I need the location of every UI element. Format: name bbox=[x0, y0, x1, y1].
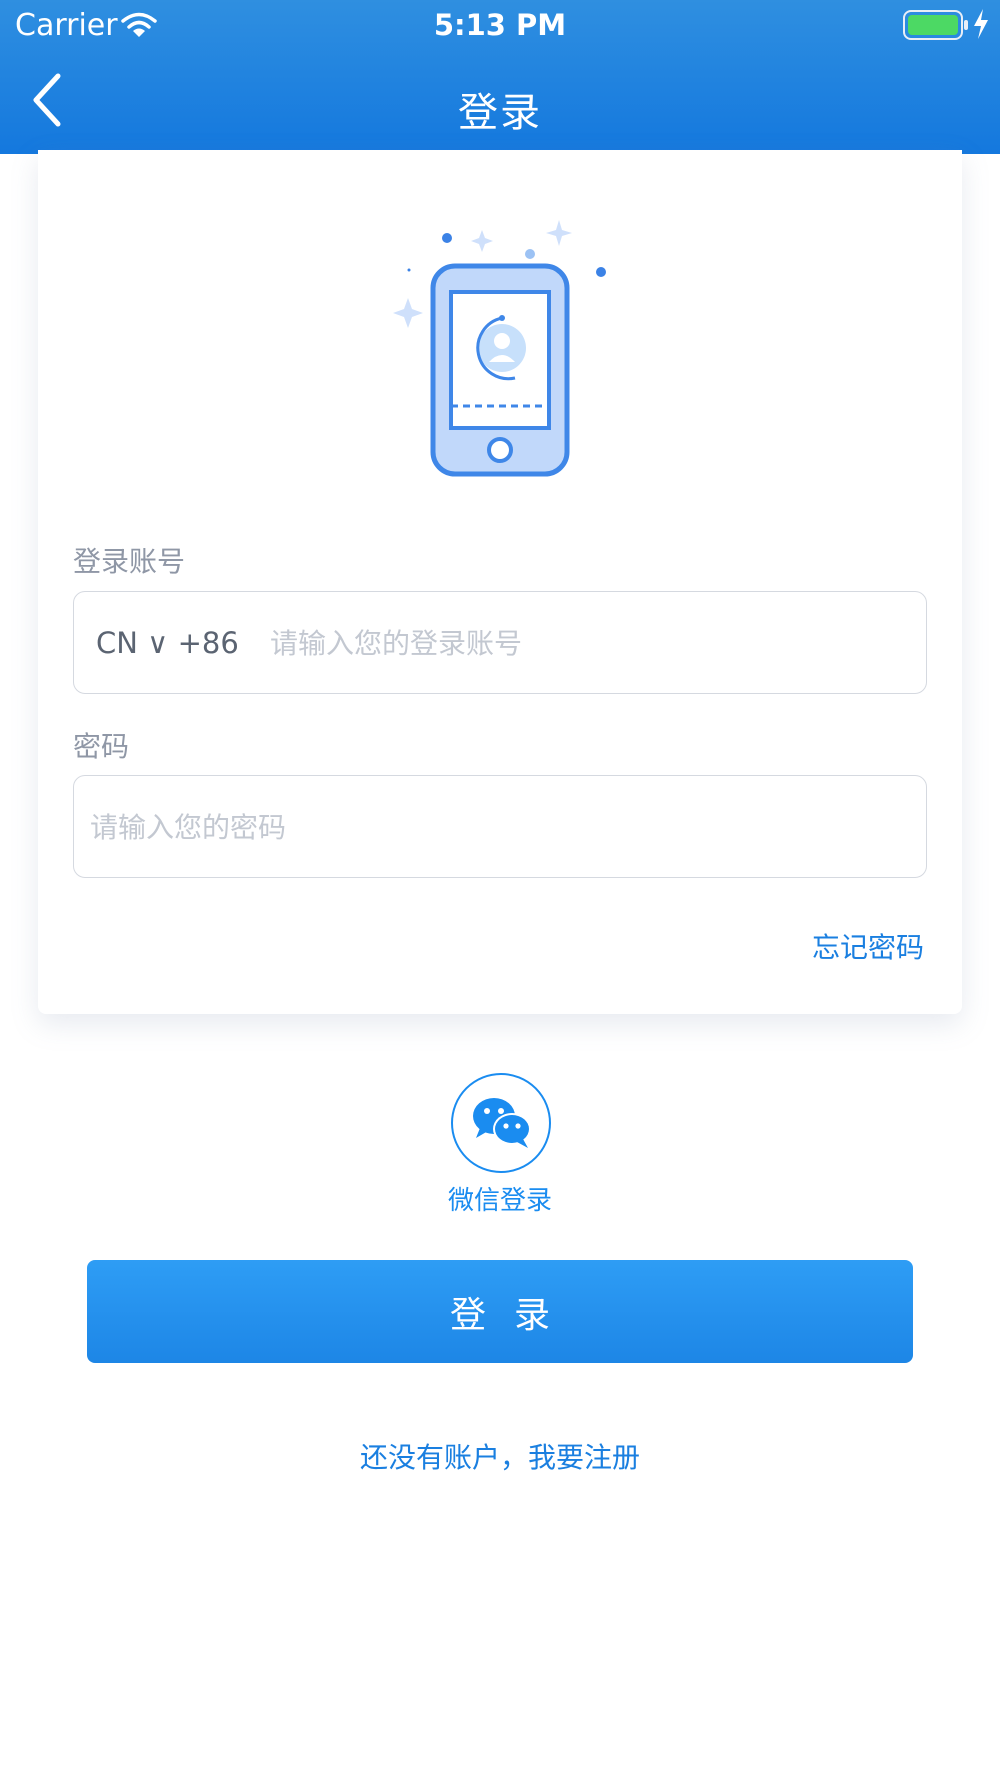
page-title: 登录 bbox=[458, 90, 542, 136]
battery-icon bbox=[903, 10, 968, 40]
wechat-login-button[interactable] bbox=[451, 1073, 551, 1173]
status-bar: Carrier 5:13 PM bbox=[0, 0, 1000, 50]
account-field: CN ∨ +86 bbox=[73, 591, 927, 694]
wechat-icon bbox=[473, 1098, 531, 1148]
register-link[interactable]: 还没有账户，我要注册 bbox=[0, 1436, 1000, 1476]
login-screen: Carrier 5:13 PM 登录 登录账号 CN ∨ +86 请输入您的登录… bbox=[0, 0, 1000, 1778]
account-label: 登录账号 bbox=[73, 545, 186, 578]
password-input[interactable] bbox=[90, 800, 910, 854]
password-field bbox=[73, 775, 927, 878]
status-time: 5:13 PM bbox=[433, 8, 567, 42]
account-input[interactable] bbox=[270, 616, 890, 670]
wechat-login-label[interactable]: 微信登录 bbox=[400, 1180, 600, 1217]
phone-user-illustration bbox=[393, 220, 606, 477]
charging-icon bbox=[974, 9, 988, 39]
password-label: 密码 bbox=[73, 730, 130, 763]
forgot-password-link[interactable]: 忘记密码 bbox=[812, 926, 924, 966]
login-button[interactable]: 登录 bbox=[87, 1260, 913, 1363]
country-code-selector[interactable]: CN ∨ +86 bbox=[96, 626, 239, 660]
header: Carrier 5:13 PM 登录 bbox=[0, 0, 1000, 154]
nav-bar: 登录 bbox=[0, 50, 1000, 154]
